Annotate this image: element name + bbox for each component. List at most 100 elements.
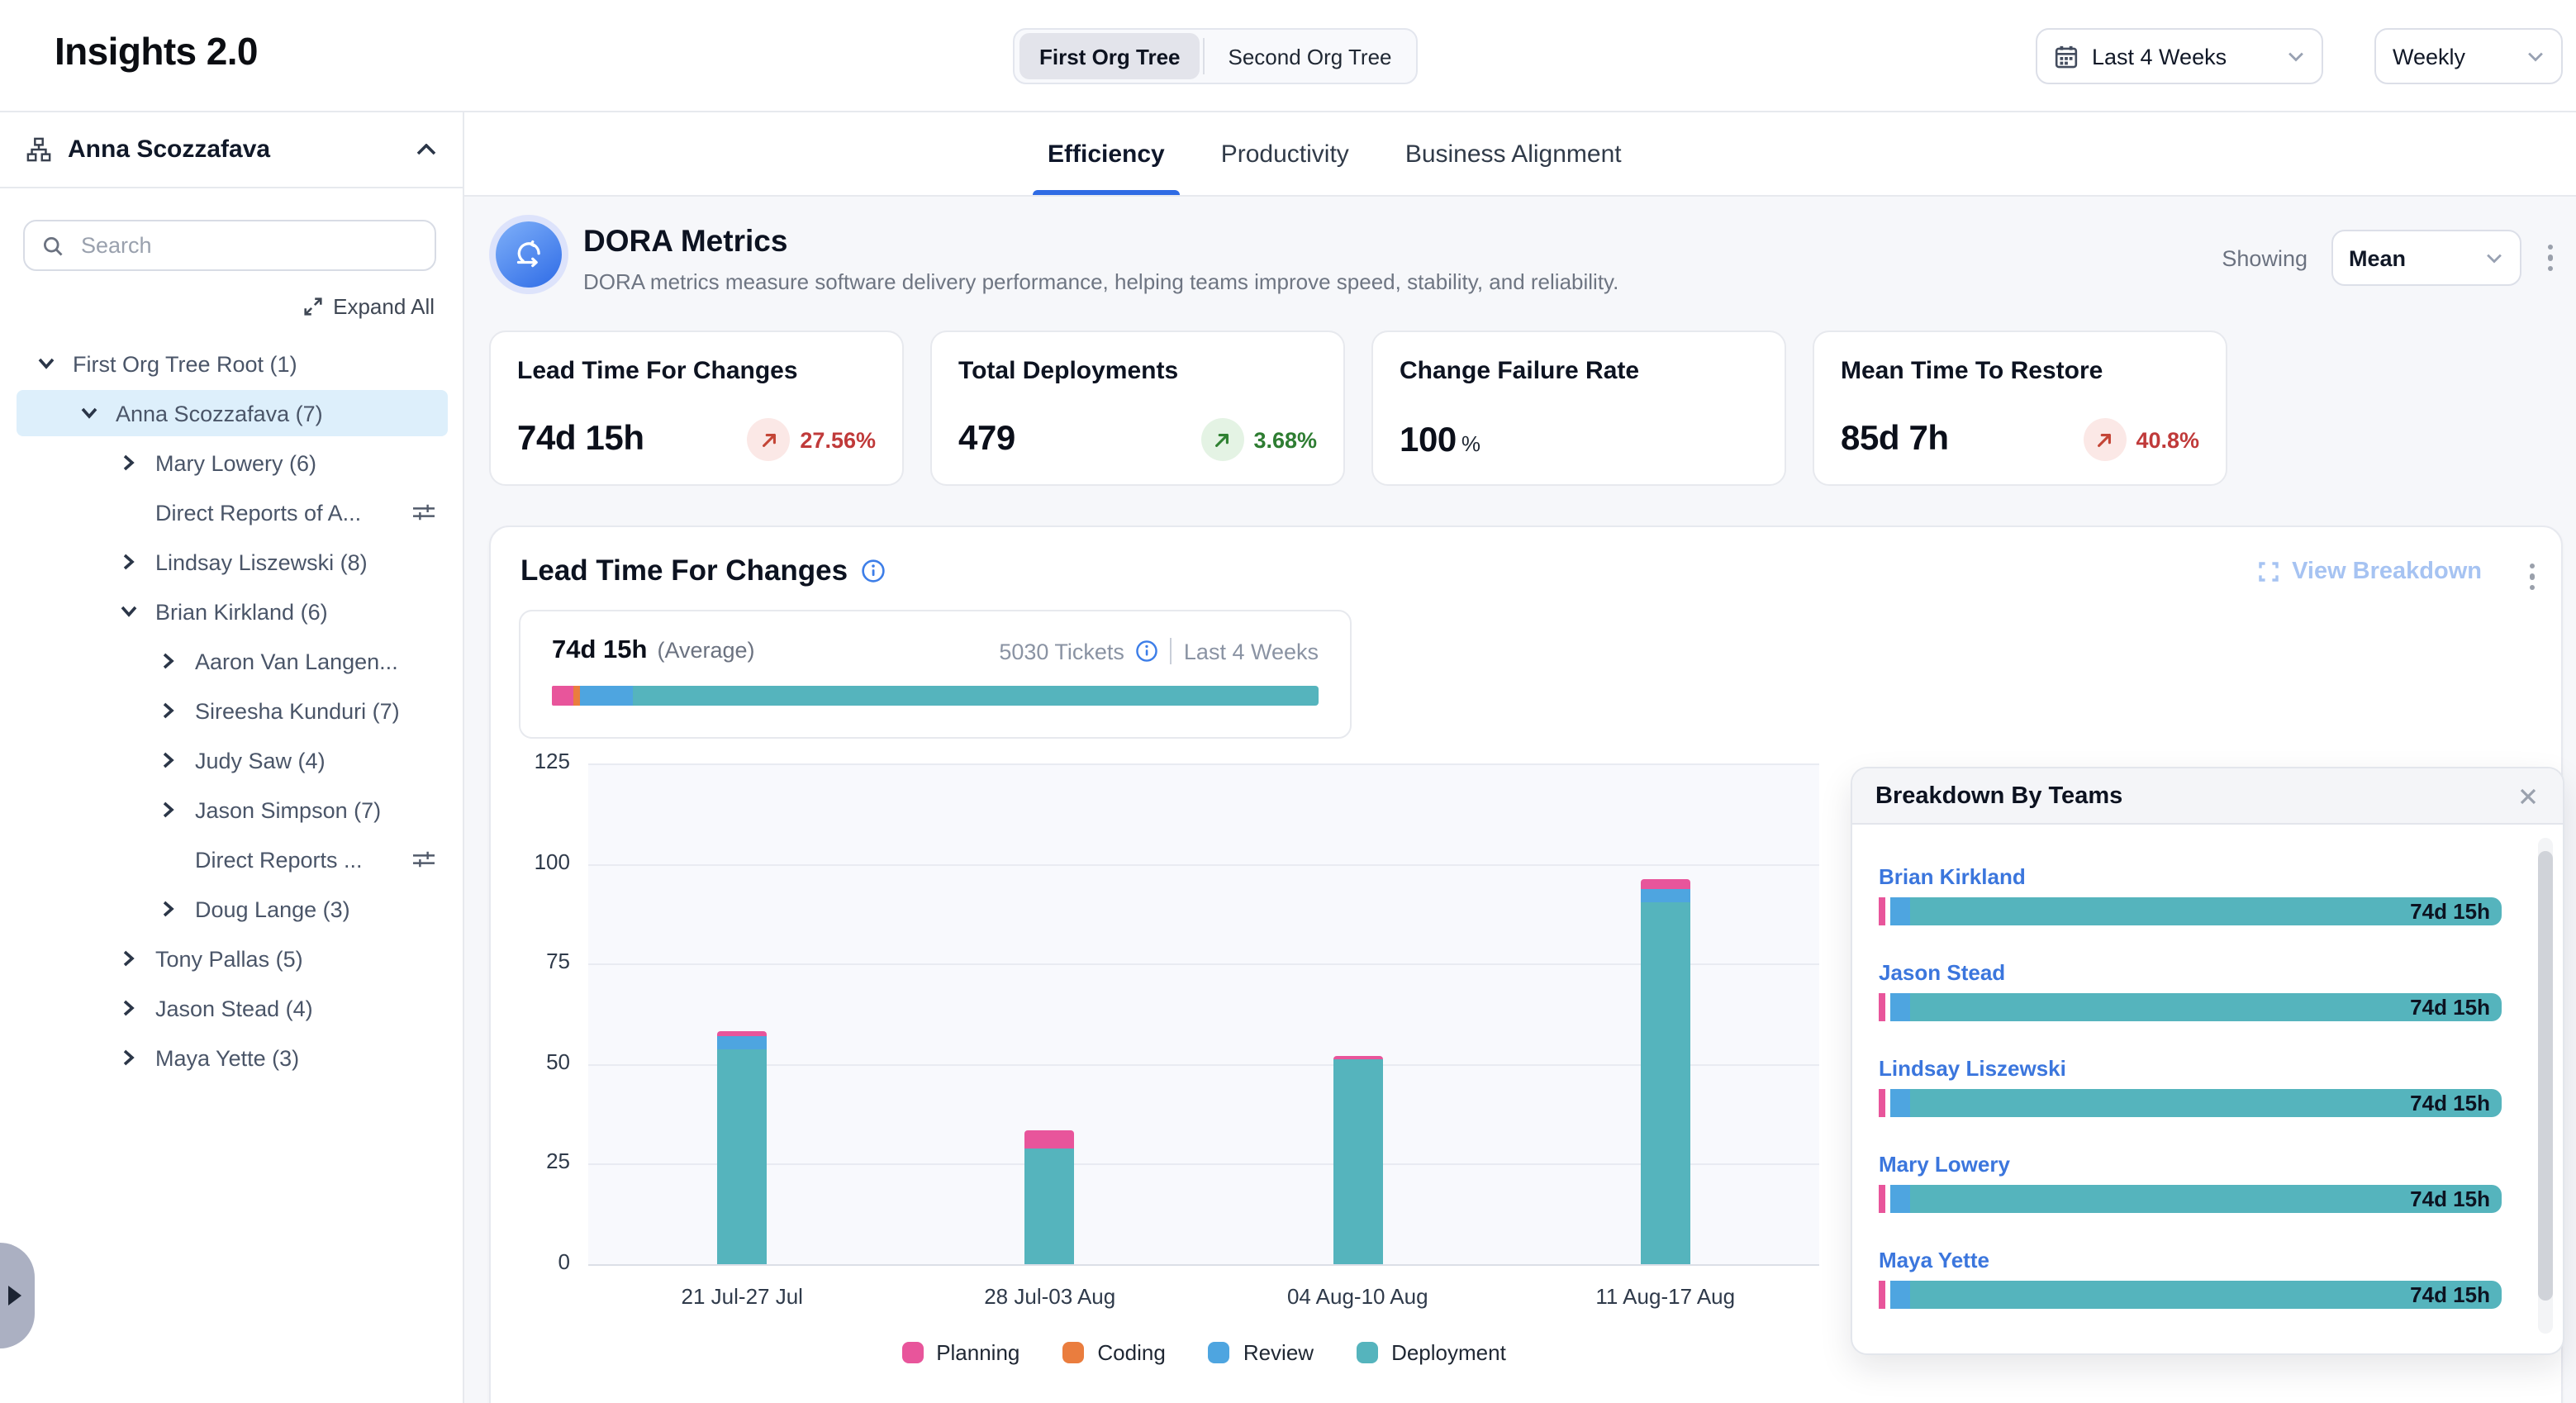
team-link[interactable]: Maya Yette bbox=[1879, 1248, 2502, 1272]
tree-item-anna-scozzafava[interactable]: Anna Scozzafava (7) bbox=[0, 388, 464, 438]
legend-swatch bbox=[1209, 1342, 1230, 1363]
bar-week-2[interactable] bbox=[896, 763, 1205, 1264]
chevron-right-icon[interactable] bbox=[162, 901, 175, 917]
tab-business-alignment[interactable]: Business Alignment bbox=[1405, 112, 1622, 195]
filter-icon[interactable] bbox=[411, 849, 436, 870]
info-icon[interactable] bbox=[861, 559, 886, 583]
chevron-right-icon[interactable] bbox=[122, 554, 135, 570]
chevron-down-icon bbox=[2526, 50, 2545, 62]
chevron-down-icon[interactable] bbox=[81, 407, 97, 420]
chart-kebab-menu[interactable] bbox=[2526, 557, 2538, 597]
lead-time-title: Lead Time For Changes bbox=[520, 554, 848, 588]
dora-metrics-title: DORA Metrics bbox=[583, 223, 787, 259]
chevron-right-icon[interactable] bbox=[162, 653, 175, 669]
tree-item-sireesha-kunduri[interactable]: Sireesha Kunduri (7) bbox=[0, 686, 464, 735]
trend-up-icon bbox=[747, 418, 790, 461]
team-link[interactable]: Brian Kirkland bbox=[1879, 864, 2502, 889]
tree-item-first-org-tree-root[interactable]: First Org Tree Root (1) bbox=[0, 339, 464, 388]
chevron-right-icon[interactable] bbox=[162, 752, 175, 768]
tickets-count: 5030 Tickets bbox=[999, 639, 1124, 663]
metric-delta-value: 27.56% bbox=[800, 427, 876, 452]
team-bar: 74d 15h bbox=[1879, 1185, 2502, 1213]
tree-item-label: Direct Reports ... bbox=[195, 847, 363, 872]
chevron-down-icon[interactable] bbox=[38, 357, 55, 370]
chevron-up-icon[interactable] bbox=[416, 144, 436, 155]
tree-item-jason-simpson[interactable]: Jason Simpson (7) bbox=[0, 785, 464, 835]
info-icon[interactable] bbox=[1136, 640, 1159, 663]
bar-week-3[interactable] bbox=[1204, 763, 1512, 1264]
sidebar-user-header[interactable]: Anna Scozzafava bbox=[0, 112, 463, 188]
tree-item-maya-yette[interactable]: Maya Yette (3) bbox=[0, 1033, 464, 1082]
legend-item-coding[interactable]: Coding bbox=[1062, 1340, 1165, 1365]
team-link[interactable]: Jason Stead bbox=[1879, 960, 2502, 985]
legend-swatch bbox=[901, 1342, 923, 1363]
breakdown-row-maya-yette: Maya Yette 74d 15h bbox=[1879, 1248, 2502, 1309]
team-bar: 74d 15h bbox=[1879, 1281, 2502, 1309]
expand-all-label: Expand All bbox=[333, 294, 435, 319]
showing-label: Showing bbox=[2222, 245, 2307, 270]
main-tabs: Efficiency Productivity Business Alignme… bbox=[1048, 112, 1622, 195]
chevron-right-icon[interactable] bbox=[122, 1000, 135, 1016]
showing-value: Mean bbox=[2349, 245, 2471, 270]
chevron-right-icon[interactable] bbox=[162, 702, 175, 719]
org-tree-toggle-first[interactable]: First Org Tree bbox=[1019, 33, 1200, 79]
close-icon[interactable] bbox=[2517, 784, 2540, 807]
tree-item-brian-kirkland[interactable]: Brian Kirkland (6) bbox=[0, 587, 464, 636]
x-tick: 21 Jul-27 Jul bbox=[588, 1284, 896, 1309]
breakdown-body: Brian Kirkland 74d 15h Jason Stead 74d 1… bbox=[1852, 825, 2563, 1309]
app-title: Insights 2.0 bbox=[55, 30, 258, 74]
tree-item-label: Sireesha Kunduri (7) bbox=[195, 698, 400, 723]
tree-item-lindsay-liszewski[interactable]: Lindsay Liszewski (8) bbox=[0, 537, 464, 587]
tree-item-label: Direct Reports of A... bbox=[155, 500, 361, 525]
chevron-down-icon[interactable] bbox=[121, 605, 137, 618]
chevron-right-icon[interactable] bbox=[122, 950, 135, 967]
org-tree-sidebar: Anna Scozzafava Expand All First Org Tre… bbox=[0, 112, 464, 1403]
metric-title: Total Deployments bbox=[958, 357, 1317, 385]
y-tick: 50 bbox=[491, 1049, 570, 1074]
tree-item-doug-lange[interactable]: Doug Lange (3) bbox=[0, 884, 464, 934]
tree-item-judy-saw[interactable]: Judy Saw (4) bbox=[0, 735, 464, 785]
metric-delta: 27.56% bbox=[747, 418, 876, 461]
card-change-failure-rate[interactable]: Change Failure Rate 100% bbox=[1371, 331, 1786, 486]
card-lead-time-for-changes[interactable]: Lead Time For Changes 74d 15h 27.56% bbox=[489, 331, 904, 486]
view-breakdown-button[interactable]: View Breakdown bbox=[2257, 559, 2482, 585]
bar-chart-plot bbox=[588, 763, 1819, 1264]
trend-up-icon bbox=[2083, 418, 2126, 461]
team-link[interactable]: Mary Lowery bbox=[1879, 1152, 2502, 1177]
team-link[interactable]: Lindsay Liszewski bbox=[1879, 1056, 2502, 1081]
tab-efficiency[interactable]: Efficiency bbox=[1048, 112, 1165, 195]
tree-item-jason-stead[interactable]: Jason Stead (4) bbox=[0, 983, 464, 1033]
bar-week-1[interactable] bbox=[588, 763, 896, 1264]
expand-all-button[interactable]: Expand All bbox=[302, 294, 435, 319]
date-range-select[interactable]: Last 4 Weeks bbox=[2036, 28, 2323, 84]
legend-swatch bbox=[1062, 1342, 1084, 1363]
scrollbar-thumb[interactable] bbox=[2538, 851, 2553, 1301]
legend-item-deployment[interactable]: Deployment bbox=[1357, 1340, 1506, 1365]
dora-kebab-menu[interactable] bbox=[2544, 238, 2556, 278]
bar-week-4[interactable] bbox=[1512, 763, 1820, 1264]
org-hierarchy-icon bbox=[26, 137, 51, 162]
tree-item-direct-reports-anna[interactable]: Direct Reports of A... bbox=[0, 487, 464, 537]
card-total-deployments[interactable]: Total Deployments 479 3.68% bbox=[930, 331, 1345, 486]
showing-select[interactable]: Mean bbox=[2331, 230, 2521, 286]
granularity-select[interactable]: Weekly bbox=[2374, 28, 2563, 84]
chevron-right-icon[interactable] bbox=[162, 801, 175, 818]
tree-item-mary-lowery[interactable]: Mary Lowery (6) bbox=[0, 438, 464, 487]
legend-item-review[interactable]: Review bbox=[1209, 1340, 1314, 1365]
granularity-value: Weekly bbox=[2393, 44, 2465, 69]
tree-item-aaron-van-langen[interactable]: Aaron Van Langen... bbox=[0, 636, 464, 686]
breakdown-by-teams-panel: Breakdown By Teams Brian Kirkland 74d 15… bbox=[1851, 767, 2564, 1355]
chevron-right-icon[interactable] bbox=[122, 454, 135, 471]
card-mean-time-to-restore[interactable]: Mean Time To Restore 85d 7h 40.8% bbox=[1813, 331, 2227, 486]
insights-app: Insights 2.0 First Org Tree Second Org T… bbox=[0, 0, 2576, 1403]
legend-item-planning[interactable]: Planning bbox=[901, 1340, 1019, 1365]
tree-item-tony-pallas[interactable]: Tony Pallas (5) bbox=[0, 934, 464, 983]
search-input[interactable] bbox=[78, 231, 418, 259]
filter-icon[interactable] bbox=[411, 502, 436, 523]
org-tree-toggle-second[interactable]: Second Org Tree bbox=[1209, 33, 1412, 79]
tree-item-direct-reports-brian[interactable]: Direct Reports ... bbox=[0, 835, 464, 884]
tab-productivity[interactable]: Productivity bbox=[1221, 112, 1349, 195]
chart-legend: Planning Coding Review Deployment bbox=[588, 1340, 1819, 1365]
breakdown-row-mary-lowery: Mary Lowery 74d 15h bbox=[1879, 1152, 2502, 1213]
chevron-right-icon[interactable] bbox=[122, 1049, 135, 1066]
